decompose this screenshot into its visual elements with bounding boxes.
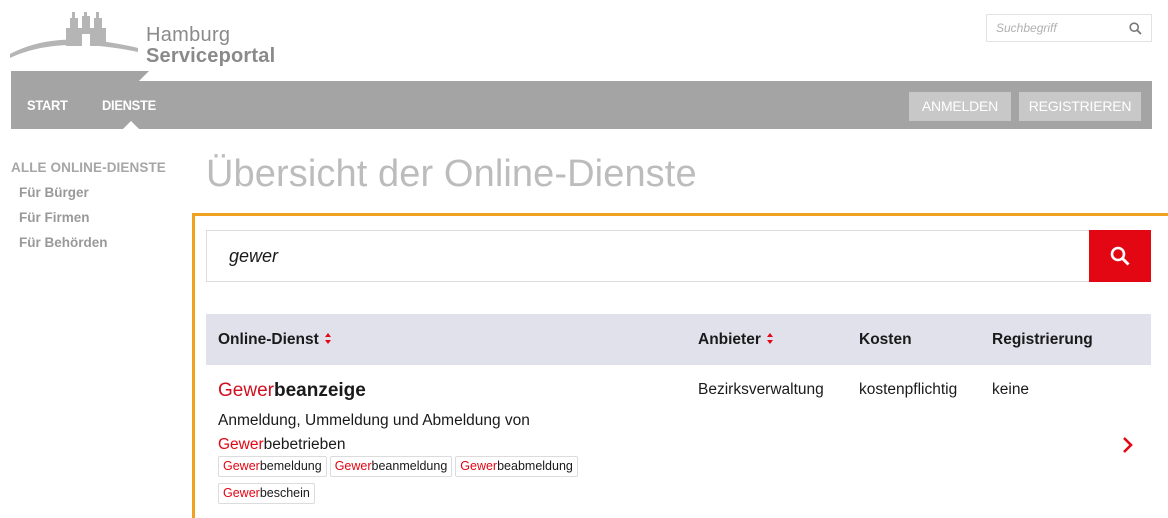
castle-logo-icon xyxy=(10,12,138,58)
login-button[interactable]: ANMELDEN xyxy=(909,92,1011,121)
sidebar: ALLE ONLINE-DIENSTE Für Bürger Für Firme… xyxy=(11,160,166,250)
sidebar-item-buerger[interactable]: Für Bürger xyxy=(19,185,166,200)
column-anbieter[interactable]: Anbieter xyxy=(698,331,774,349)
column-online-dienst-label: Online-Dienst xyxy=(218,331,319,348)
search-highlight: Gewer xyxy=(218,436,264,453)
header-search-input[interactable] xyxy=(987,15,1127,41)
cell-registrierung: keine xyxy=(992,381,1030,398)
service-description: Anmeldung, Ummeldung und Abmeldung von G… xyxy=(218,409,608,457)
tag-rest: beschein xyxy=(259,486,310,500)
tag-rest: beanmeldung xyxy=(371,459,448,473)
search-highlight: Gewer xyxy=(223,486,260,500)
chevron-right-icon[interactable] xyxy=(1120,435,1136,455)
active-nav-caret xyxy=(123,121,139,129)
hamburg-logo[interactable]: Hamburg Serviceportal xyxy=(10,8,280,80)
column-anbieter-label: Anbieter xyxy=(698,331,761,348)
search-highlight: Gewer xyxy=(223,459,260,473)
logo-title: Hamburg xyxy=(146,24,231,46)
search-highlight: Gewer xyxy=(218,380,274,401)
keyword-tag[interactable]: Gewerbemeldung xyxy=(218,456,327,477)
search-icon xyxy=(1110,246,1130,266)
page-title: Übersicht der Online-Dienste xyxy=(206,153,697,195)
service-description-rest: bebetrieben xyxy=(263,436,346,453)
service-search-input[interactable] xyxy=(207,231,1090,281)
column-registrierung: Registrierung xyxy=(992,331,1093,348)
sort-icon[interactable] xyxy=(324,333,332,345)
keyword-tags: Gewerbemeldung Gewerbeanmeldung Gewerbeabm… xyxy=(218,456,618,510)
search-icon[interactable] xyxy=(1129,22,1142,35)
keyword-tag[interactable]: Gewerbeabmeldung xyxy=(455,456,578,477)
header-search xyxy=(986,14,1152,42)
table-header: Online-Dienst Anbieter Kosten Registrier… xyxy=(206,314,1151,365)
logo-subtitle: Serviceportal xyxy=(146,45,276,67)
service-title-rest: beanzeige xyxy=(273,380,366,401)
column-kosten: Kosten xyxy=(859,331,912,348)
nav-start[interactable]: START xyxy=(27,97,68,113)
search-button[interactable] xyxy=(1089,230,1151,282)
sidebar-heading[interactable]: ALLE ONLINE-DIENSTE xyxy=(11,160,166,175)
nav-dienste[interactable]: DIENSTE xyxy=(102,97,156,113)
register-button[interactable]: REGISTRIEREN xyxy=(1019,92,1141,121)
search-highlight: Gewer xyxy=(334,459,372,473)
table-row[interactable]: Gewerbeanzeige Anmeldung, Ummeldung und … xyxy=(206,365,1151,518)
service-description-line1: Anmeldung, Ummeldung und Abmeldung von xyxy=(218,412,530,429)
tag-rest: beabmeldung xyxy=(497,459,573,473)
main-navigation: START DIENSTE ANMELDEN REGISTRIEREN xyxy=(11,81,1152,129)
sidebar-item-behoerden[interactable]: Für Behörden xyxy=(19,235,166,250)
service-title[interactable]: Gewerbeanzeige xyxy=(218,380,366,402)
search-highlight: Gewer xyxy=(460,459,498,473)
column-online-dienst[interactable]: Online-Dienst xyxy=(218,331,332,349)
tag-rest: bemeldung xyxy=(259,459,322,473)
keyword-tag[interactable]: Gewerbeschein xyxy=(218,483,315,504)
keyword-tag[interactable]: Gewerbeanmeldung xyxy=(329,456,453,477)
sort-icon[interactable] xyxy=(766,333,774,345)
cell-anbieter: Bezirksverwaltung xyxy=(698,381,824,398)
cell-kosten: kostenpflichtig xyxy=(859,381,958,398)
sidebar-item-firmen[interactable]: Für Firmen xyxy=(19,210,166,225)
service-search xyxy=(206,230,1090,282)
